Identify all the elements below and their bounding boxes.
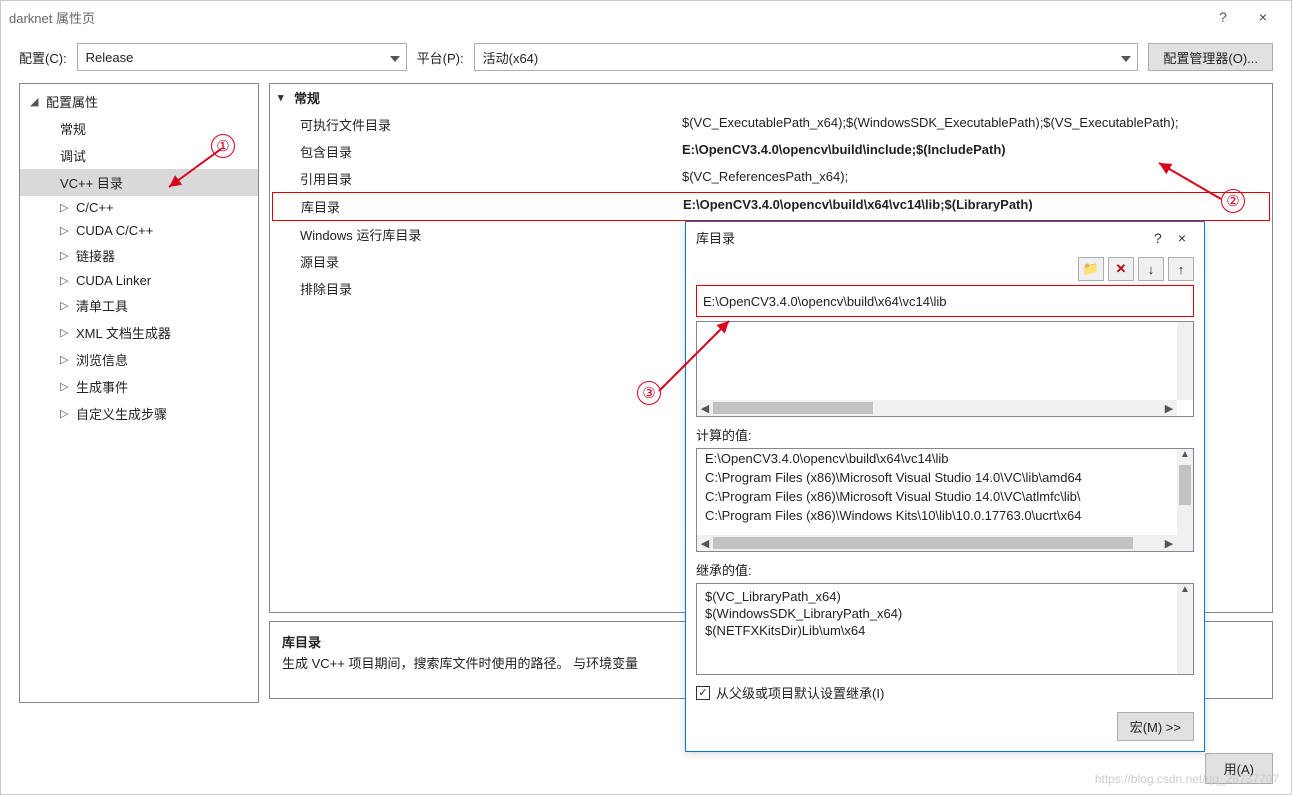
list-item: $(WindowsSDK_LibraryPath_x64) xyxy=(697,605,1193,622)
collapse-icon[interactable]: ▾ xyxy=(278,91,284,104)
tree-item-custombuild[interactable]: ▷自定义生成步骤 xyxy=(20,400,258,427)
expand-icon[interactable]: ▷ xyxy=(60,249,70,262)
tree-item-xmldoc[interactable]: ▷XML 文档生成器 xyxy=(20,319,258,346)
inherit-checkbox-row[interactable]: ✓ 从父级或项目默认设置继承(I) xyxy=(686,675,1204,706)
config-manager-button[interactable]: 配置管理器(O)... xyxy=(1148,43,1273,71)
expand-icon[interactable]: ▷ xyxy=(60,274,70,287)
tree-root[interactable]: ◢ 配置属性 xyxy=(20,88,258,115)
config-label: 配置(C): xyxy=(19,48,67,67)
inherited-listbox[interactable]: $(VC_LibraryPath_x64) $(WindowsSDK_Libra… xyxy=(696,583,1194,675)
arrow-up-icon: ↑ xyxy=(1178,262,1185,277)
expand-icon[interactable]: ▷ xyxy=(60,224,70,237)
titlebar: darknet 属性页 ? × xyxy=(1,1,1291,33)
move-up-button[interactable]: ↑ xyxy=(1168,257,1194,281)
property-page-window: darknet 属性页 ? × 配置(C): Release 平台(P): 活动… xyxy=(0,0,1292,795)
collapse-icon[interactable]: ◢ xyxy=(30,95,40,108)
paths-listbox[interactable]: ◀ ▶ xyxy=(696,321,1194,417)
tree-item-general[interactable]: 常规 xyxy=(20,115,258,142)
delete-icon: ✕ xyxy=(1116,261,1127,277)
list-item: E:\OpenCV3.4.0\opencv\build\x64\vc14\lib xyxy=(697,449,1193,468)
horizontal-scrollbar[interactable]: ◀▶ xyxy=(697,535,1177,551)
platform-value: 活动(x64) xyxy=(483,48,539,67)
vertical-scrollbar[interactable]: ▲ xyxy=(1177,584,1193,674)
horizontal-scrollbar[interactable]: ◀ ▶ xyxy=(697,400,1177,416)
list-item: $(NETFXKitsDir)Lib\um\x64 xyxy=(697,622,1193,639)
grid-row-ref[interactable]: 引用目录$(VC_ReferencesPath_x64); xyxy=(270,165,1272,192)
platform-label: 平台(P): xyxy=(417,48,464,67)
folder-icon: 📁 xyxy=(1083,261,1099,277)
list-item: C:\Program Files (x86)\Microsoft Visual … xyxy=(697,487,1193,506)
platform-select[interactable]: 活动(x64) xyxy=(474,43,1139,71)
inherited-label: 继承的值: xyxy=(686,552,1204,583)
config-value: Release xyxy=(86,50,134,65)
config-bar: 配置(C): Release 平台(P): 活动(x64) 配置管理器(O)..… xyxy=(1,33,1291,83)
grid-row-exec[interactable]: 可执行文件目录$(VC_ExecutablePath_x64);$(Window… xyxy=(270,111,1272,138)
chevron-down-icon xyxy=(1121,50,1131,65)
chevron-down-icon xyxy=(390,50,400,65)
watermark: https://blog.csdn.net/qq_28737707 xyxy=(1095,772,1279,786)
config-select[interactable]: Release xyxy=(77,43,407,71)
tree-item-ccpp[interactable]: ▷C/C++ xyxy=(20,196,258,219)
macros-button[interactable]: 宏(M) >> xyxy=(1117,712,1194,741)
help-button[interactable]: ? xyxy=(1203,9,1243,25)
tree-item-debug[interactable]: 调试 xyxy=(20,142,258,169)
expand-icon[interactable]: ▷ xyxy=(60,380,70,393)
vertical-scrollbar[interactable]: ▲ xyxy=(1177,449,1193,551)
close-button[interactable]: × xyxy=(1243,9,1283,25)
expand-icon[interactable]: ▷ xyxy=(60,201,70,214)
evaluated-label: 计算的值: xyxy=(686,417,1204,448)
checkbox-icon[interactable]: ✓ xyxy=(696,686,710,700)
window-title: darknet 属性页 xyxy=(9,8,1203,27)
expand-icon[interactable]: ▷ xyxy=(60,299,70,312)
list-item: C:\Program Files (x86)\Windows Kits\10\l… xyxy=(697,506,1193,525)
delete-line-button[interactable]: ✕ xyxy=(1108,257,1134,281)
tree-item-browse[interactable]: ▷浏览信息 xyxy=(20,346,258,373)
tree-item-cuda[interactable]: ▷CUDA C/C++ xyxy=(20,219,258,242)
vertical-scrollbar[interactable] xyxy=(1177,322,1193,400)
tree-item-buildevents[interactable]: ▷生成事件 xyxy=(20,373,258,400)
list-item: $(VC_LibraryPath_x64) xyxy=(697,588,1193,605)
expand-icon[interactable]: ▷ xyxy=(60,326,70,339)
grid-row-library[interactable]: 库目录E:\OpenCV3.4.0\opencv\build\x64\vc14\… xyxy=(272,192,1270,221)
dialog-titlebar: 库目录 ? × xyxy=(686,222,1204,253)
new-line-button[interactable]: 📁 xyxy=(1078,257,1104,281)
scroll-right-icon[interactable]: ▶ xyxy=(1161,402,1177,415)
dialog-toolbar: 📁 ✕ ↓ ↑ xyxy=(686,253,1204,283)
scroll-left-icon[interactable]: ◀ xyxy=(697,402,713,415)
dialog-close-button[interactable]: × xyxy=(1170,230,1194,246)
library-dirs-dialog: 库目录 ? × 📁 ✕ ↓ ↑ E:\OpenCV3.4.0\opencv\bu… xyxy=(685,221,1205,752)
property-tree[interactable]: ◢ 配置属性 常规 调试 VC++ 目录 ▷C/C++ ▷CUDA C/C++ … xyxy=(19,83,259,703)
path-value: E:\OpenCV3.4.0\opencv\build\x64\vc14\lib xyxy=(703,294,947,309)
dialog-title: 库目录 xyxy=(696,228,1146,247)
tree-item-manifest[interactable]: ▷清单工具 xyxy=(20,292,258,319)
inherit-checkbox-label: 从父级或项目默认设置继承(I) xyxy=(716,683,884,702)
tree-item-cudalinker[interactable]: ▷CUDA Linker xyxy=(20,269,258,292)
path-edit-field[interactable]: E:\OpenCV3.4.0\opencv\build\x64\vc14\lib xyxy=(696,285,1194,317)
tree-item-vcdirs[interactable]: VC++ 目录 xyxy=(20,169,258,196)
grid-row-include[interactable]: 包含目录E:\OpenCV3.4.0\opencv\build\include;… xyxy=(270,138,1272,165)
tree-item-linker[interactable]: ▷链接器 xyxy=(20,242,258,269)
evaluated-listbox[interactable]: E:\OpenCV3.4.0\opencv\build\x64\vc14\lib… xyxy=(696,448,1194,552)
expand-icon[interactable]: ▷ xyxy=(60,407,70,420)
move-down-button[interactable]: ↓ xyxy=(1138,257,1164,281)
scroll-thumb[interactable] xyxy=(713,402,873,414)
dialog-help-button[interactable]: ? xyxy=(1146,230,1170,246)
expand-icon[interactable]: ▷ xyxy=(60,353,70,366)
arrow-down-icon: ↓ xyxy=(1148,262,1155,277)
list-item: C:\Program Files (x86)\Microsoft Visual … xyxy=(697,468,1193,487)
grid-category-header[interactable]: ▾ 常规 xyxy=(270,84,1272,111)
